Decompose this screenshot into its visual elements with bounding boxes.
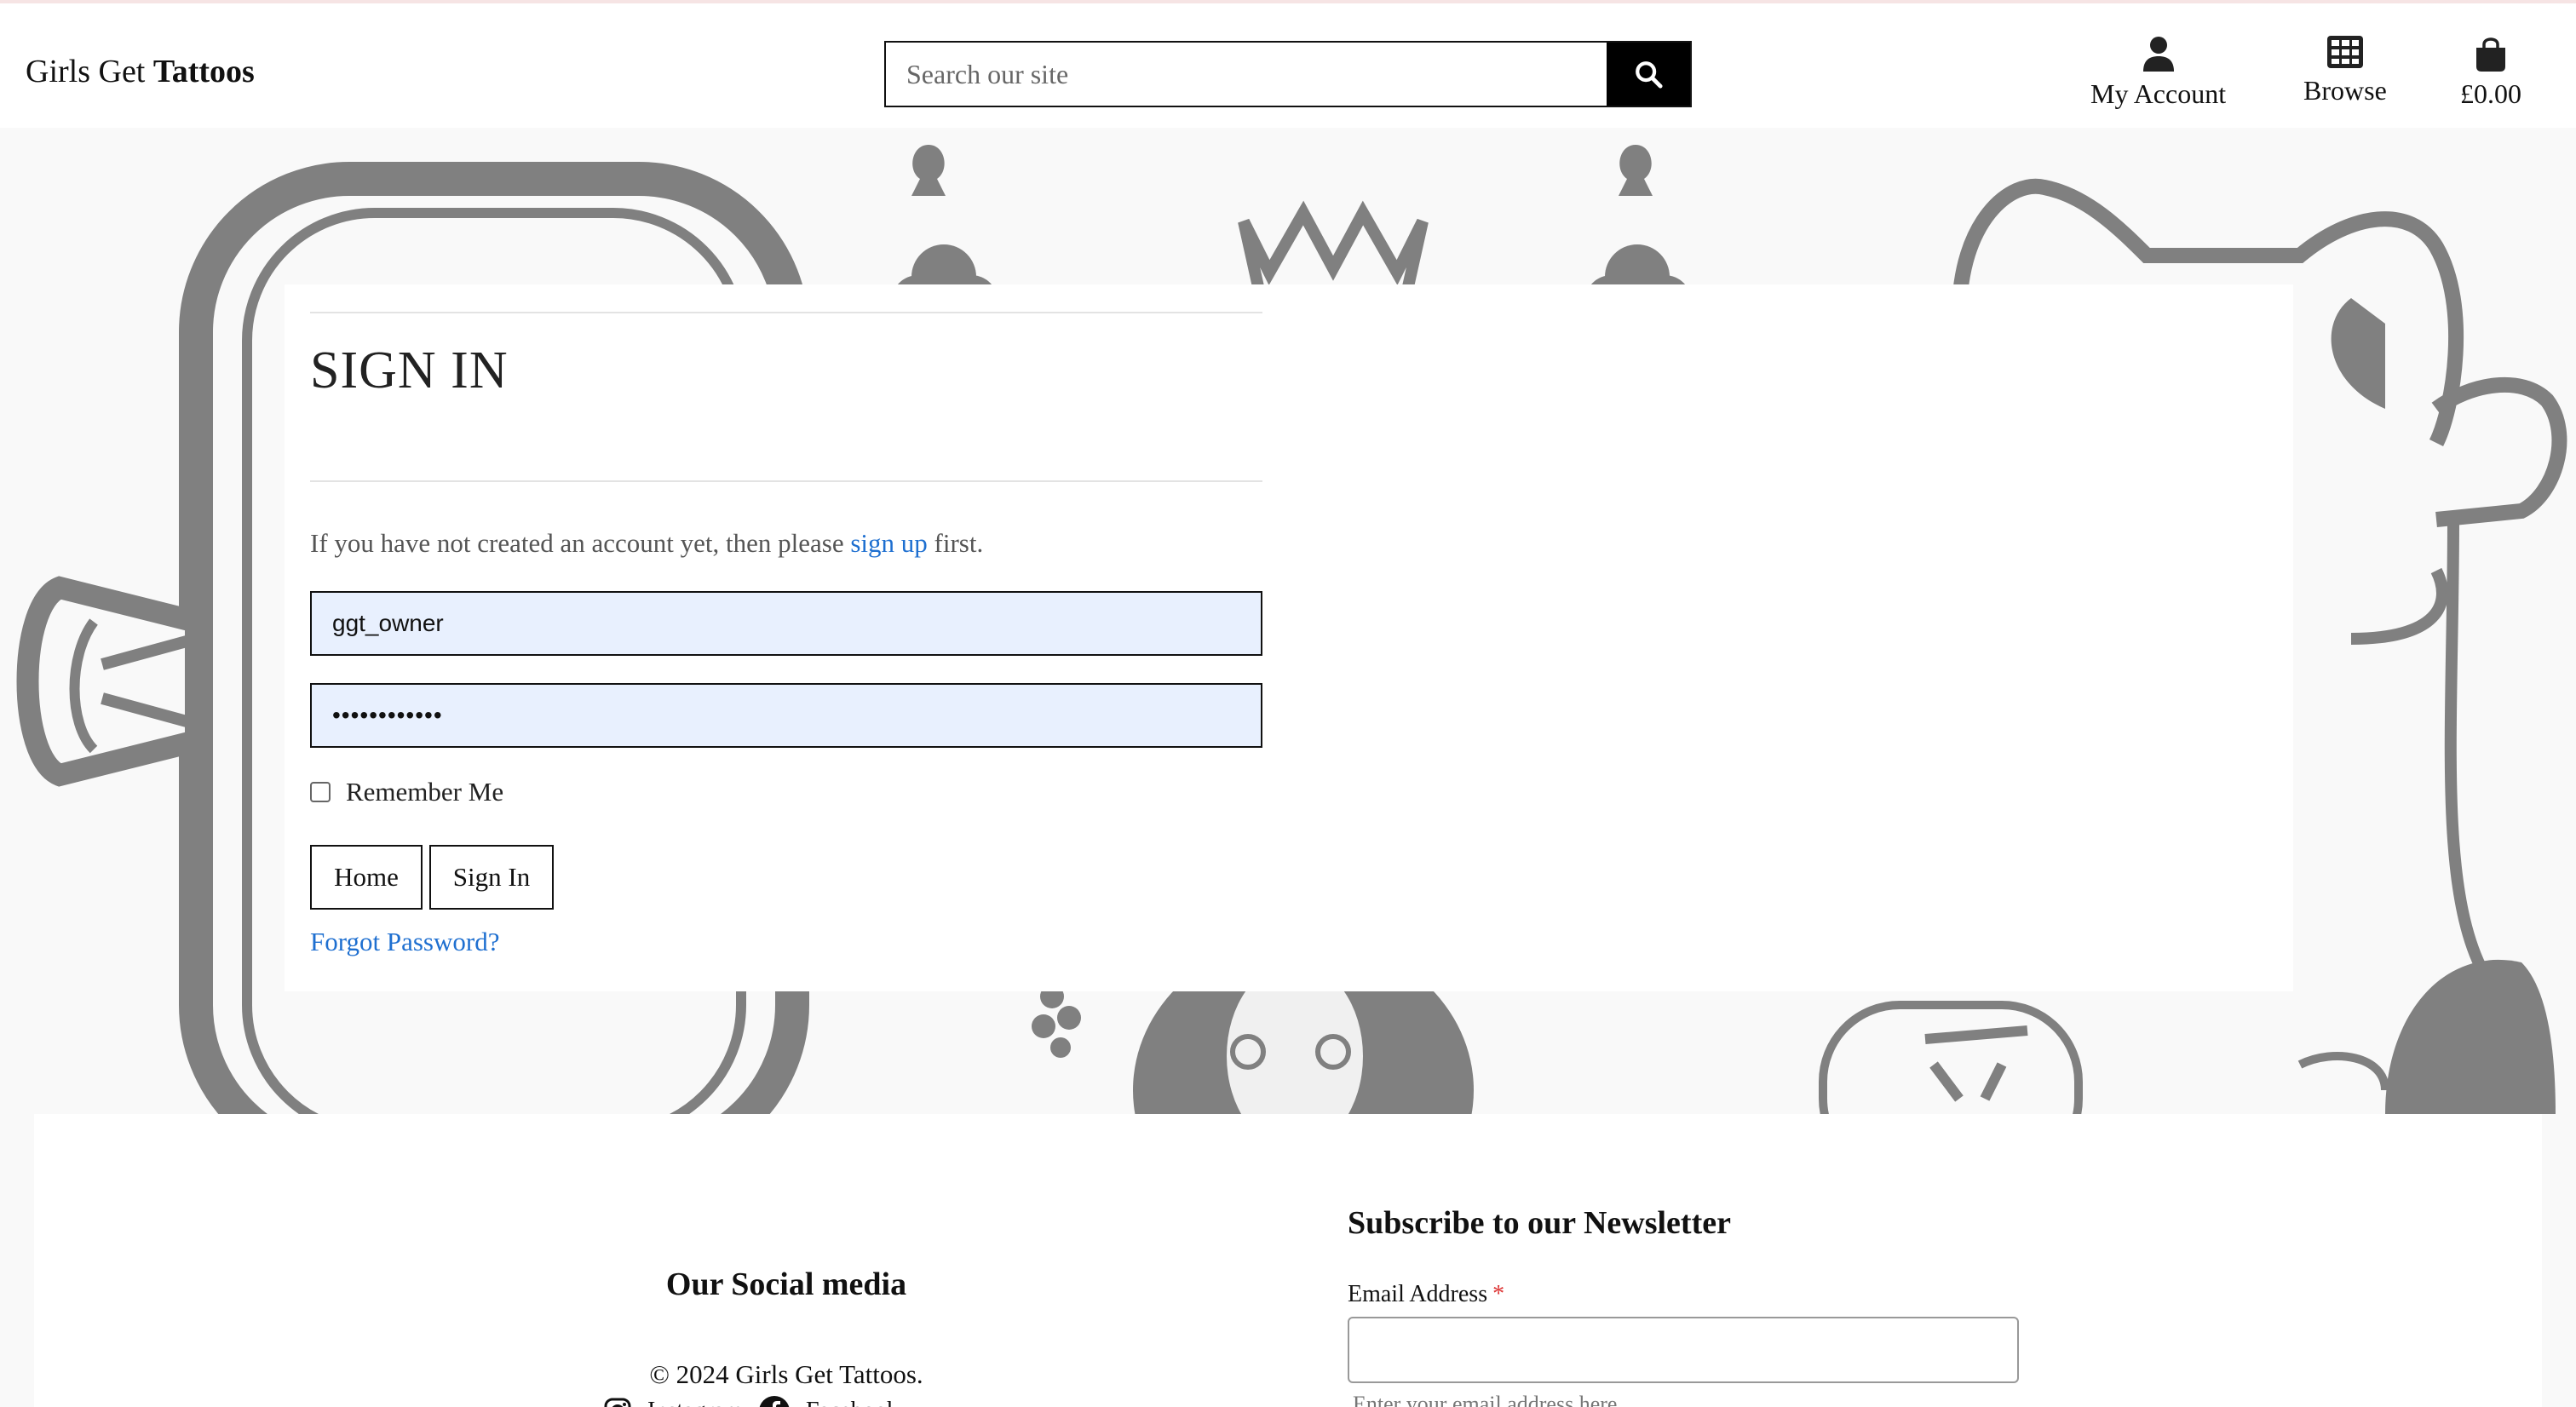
my-account-label: My Account — [2090, 78, 2227, 109]
browse-label: Browse — [2303, 75, 2387, 106]
shopping-bag-icon — [2476, 37, 2505, 72]
signup-prompt-before: If you have not created an account yet, … — [310, 528, 851, 558]
brand-bold: Tattoos — [152, 54, 255, 89]
signup-link[interactable]: sign up — [850, 528, 927, 558]
instagram-icon — [604, 1398, 631, 1407]
remember-me[interactable]: Remember Me — [310, 777, 503, 807]
username-value: ggt_owner — [332, 610, 444, 636]
password-field[interactable]: •••••••••••• — [310, 683, 1262, 748]
signup-prompt-after: first. — [927, 528, 984, 558]
copyright-text: © 2024 Girls Get Tattoos. — [649, 1359, 923, 1389]
user-icon — [2142, 37, 2174, 72]
email-label-text: Email Address — [1348, 1281, 1488, 1307]
email-label: Email Address * — [1348, 1281, 1504, 1308]
site-logo[interactable]: Girls Get Tattoos — [26, 53, 255, 90]
title-divider — [310, 480, 1262, 482]
password-value: •••••••••••• — [332, 702, 443, 728]
site-header: Girls Get Tattoos My Account Browse — [0, 3, 2576, 128]
bag-total: £0.00 — [2460, 78, 2521, 109]
facebook-link[interactable]: Facebook — [806, 1398, 899, 1407]
top-divider — [310, 312, 1262, 313]
newsletter-heading: Subscribe to our Newsletter — [1348, 1205, 1731, 1241]
forgot-password-link[interactable]: Forgot Password? — [310, 927, 499, 957]
required-marker: * — [1492, 1281, 1505, 1307]
username-field[interactable]: ggt_owner — [310, 591, 1262, 656]
social-media-heading: Our Social media — [665, 1266, 907, 1302]
signin-button[interactable]: Sign In — [429, 845, 554, 910]
search-icon — [1636, 61, 1663, 89]
footer-wrapper: Our Social media © 2024 Girls Get Tattoo… — [0, 1114, 2576, 1407]
remember-me-label: Remember Me — [346, 777, 504, 807]
home-button[interactable]: Home — [310, 845, 423, 910]
search-button[interactable] — [1607, 43, 1690, 106]
remember-me-checkbox[interactable] — [310, 782, 331, 802]
shopping-bag-link[interactable]: £0.00 — [2460, 36, 2521, 110]
search-input[interactable] — [886, 43, 1607, 106]
search-form — [884, 41, 1692, 107]
social-links: Instagram Facebook — [603, 1395, 899, 1407]
instagram-link[interactable]: Instagram — [647, 1398, 743, 1407]
signup-prompt: If you have not created an account yet, … — [310, 528, 983, 559]
browse-link[interactable]: Browse — [2303, 36, 2387, 106]
email-help-text: Enter your email address here — [1353, 1392, 1618, 1407]
page-title: SIGN IN — [310, 342, 509, 399]
my-account-link[interactable]: My Account — [2090, 36, 2226, 110]
newsletter-email-input[interactable] — [1348, 1317, 2019, 1383]
brand-regular: Girls Get — [26, 54, 146, 89]
signin-card: SIGN IN If you have not created an accou… — [285, 284, 2293, 991]
facebook-icon — [759, 1396, 790, 1407]
site-footer: Our Social media © 2024 Girls Get Tattoo… — [34, 1114, 2542, 1407]
grid-icon — [2326, 36, 2363, 68]
